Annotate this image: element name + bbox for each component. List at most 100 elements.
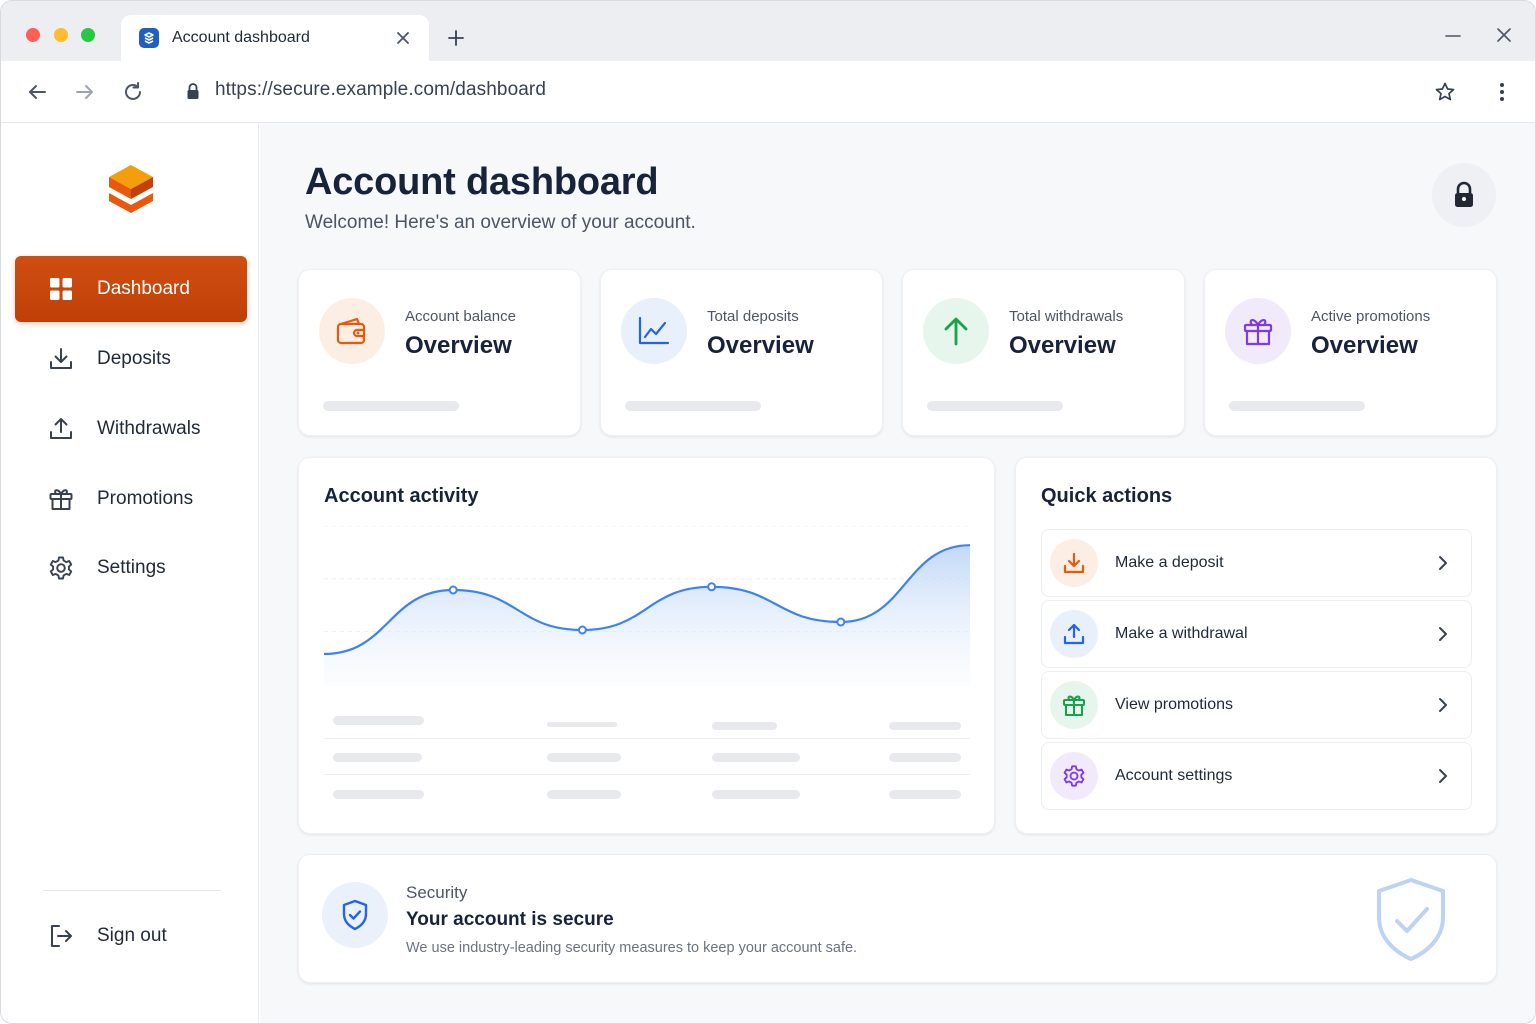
stat-label: Active promotions	[1311, 308, 1431, 325]
stat-card-promotions[interactable]: Active promotions Overview	[1204, 269, 1497, 436]
chart-point	[707, 582, 717, 592]
sidebar-divider	[43, 890, 221, 891]
favicon-icon	[139, 28, 159, 48]
chevron-right-icon	[1431, 551, 1455, 575]
make-withdrawal-button[interactable]: Make a withdrawal	[1041, 600, 1472, 668]
title-bar: Account dashboard	[1, 1, 1535, 61]
sign-out-icon	[47, 922, 75, 950]
loading-placeholder	[712, 790, 800, 799]
chart-point	[577, 625, 587, 635]
more-menu-icon[interactable]	[1489, 78, 1515, 106]
wallet-icon	[319, 298, 385, 364]
minimize-icon[interactable]	[1441, 23, 1465, 47]
stat-card-withdrawals[interactable]: Total withdrawals Overview	[902, 269, 1185, 436]
quick-action-label: Account settings	[1115, 767, 1233, 784]
stat-value: Overview	[707, 332, 814, 359]
stat-label: Total deposits	[707, 308, 799, 325]
chevron-right-icon	[1431, 622, 1455, 646]
back-arrow-icon[interactable]	[23, 78, 51, 106]
chart-point	[836, 617, 846, 627]
sidebar-item-deposits[interactable]: Deposits	[15, 326, 247, 392]
loading-placeholder	[323, 401, 459, 411]
sidebar-item-promotions[interactable]: Promotions	[15, 466, 247, 532]
stat-label: Total withdrawals	[1009, 308, 1124, 325]
upload-icon	[1050, 610, 1098, 658]
close-icon[interactable]	[1492, 23, 1516, 47]
make-deposit-button[interactable]: Make a deposit	[1041, 529, 1472, 597]
new-tab-icon[interactable]	[443, 25, 469, 51]
chart-point	[448, 585, 458, 595]
security-label: Security	[406, 883, 468, 902]
gift-icon	[47, 485, 75, 513]
gift-icon	[1050, 681, 1098, 729]
sign-out-button[interactable]: Sign out	[15, 903, 247, 969]
account-activity-card: Account activity	[298, 457, 995, 834]
loading-placeholder	[625, 401, 761, 411]
page-title: Account dashboard	[305, 161, 659, 203]
reload-icon[interactable]	[119, 78, 147, 106]
shield-check-icon	[1375, 877, 1447, 963]
forward-arrow-icon[interactable]	[71, 78, 99, 106]
arrow-up-icon	[923, 298, 989, 364]
download-icon	[47, 345, 75, 373]
loading-placeholder	[333, 716, 424, 725]
quick-actions-card: Quick actions Make a deposit Make a with…	[1015, 457, 1497, 834]
loading-placeholder	[889, 790, 961, 799]
loading-placeholder	[547, 790, 621, 799]
stat-value: Overview	[1311, 332, 1418, 359]
section-title: Quick actions	[1041, 485, 1173, 507]
tab-close-icon[interactable]	[391, 26, 415, 50]
row-divider	[324, 738, 970, 739]
gear-icon	[47, 554, 75, 582]
address-toolbar: https://secure.example.com/dashboard	[1, 61, 1535, 123]
sidebar: Dashboard Deposits Withdrawals Promotion…	[1, 123, 259, 1023]
view-promotions-button[interactable]: View promotions	[1041, 671, 1472, 739]
close-window-dot[interactable]	[26, 28, 40, 42]
stat-label: Account balance	[405, 308, 516, 325]
sidebar-item-label: Withdrawals	[97, 418, 201, 439]
quick-action-label: View promotions	[1115, 696, 1233, 713]
sidebar-item-dashboard[interactable]: Dashboard	[15, 256, 247, 322]
minimize-window-dot[interactable]	[54, 28, 68, 42]
loading-placeholder	[889, 753, 961, 762]
loading-placeholder	[1229, 401, 1365, 411]
chart-area	[324, 545, 970, 686]
sidebar-item-label: Deposits	[97, 348, 171, 369]
stat-card-balance[interactable]: Account balance Overview	[298, 269, 581, 436]
stat-value: Overview	[405, 332, 512, 359]
download-icon	[1050, 539, 1098, 587]
sidebar-item-settings[interactable]: Settings	[15, 535, 247, 601]
chart-line-icon	[621, 298, 687, 364]
gift-icon	[1225, 298, 1291, 364]
browser-window: Account dashboard https://secure.example…	[0, 0, 1536, 1024]
chevron-right-icon	[1431, 764, 1455, 788]
sidebar-item-label: Settings	[97, 557, 166, 578]
page-subtitle: Welcome! Here's an overview of your acco…	[305, 212, 696, 233]
loading-placeholder	[712, 753, 800, 762]
activity-chart	[324, 526, 971, 686]
sidebar-item-label: Promotions	[97, 488, 194, 509]
lock-icon	[1455, 181, 1473, 207]
tab-title: Account dashboard	[172, 29, 310, 46]
loading-placeholder	[547, 722, 617, 727]
stat-card-deposits[interactable]: Total deposits Overview	[600, 269, 883, 436]
loading-placeholder	[333, 753, 422, 762]
section-title: Account activity	[324, 485, 479, 507]
browser-tab[interactable]: Account dashboard	[121, 15, 429, 61]
lock-button[interactable]	[1432, 163, 1496, 227]
sidebar-item-withdrawals[interactable]: Withdrawals	[15, 396, 247, 462]
security-card: Security Your account is secure We use i…	[298, 854, 1497, 983]
grid-icon	[47, 275, 75, 303]
bookmark-star-icon[interactable]	[1431, 78, 1459, 106]
chevron-right-icon	[1431, 693, 1455, 717]
loading-placeholder	[712, 722, 777, 730]
sidebar-item-label: Dashboard	[97, 278, 190, 299]
quick-action-label: Make a withdrawal	[1115, 625, 1248, 642]
loading-placeholder	[889, 722, 961, 730]
loading-placeholder	[333, 790, 424, 799]
maximize-window-dot[interactable]	[81, 28, 95, 42]
url-field[interactable]: https://secure.example.com/dashboard	[215, 79, 546, 101]
main-content: Account dashboard Welcome! Here's an ove…	[260, 123, 1535, 1023]
lock-icon[interactable]	[184, 80, 202, 102]
account-settings-button[interactable]: Account settings	[1041, 742, 1472, 810]
